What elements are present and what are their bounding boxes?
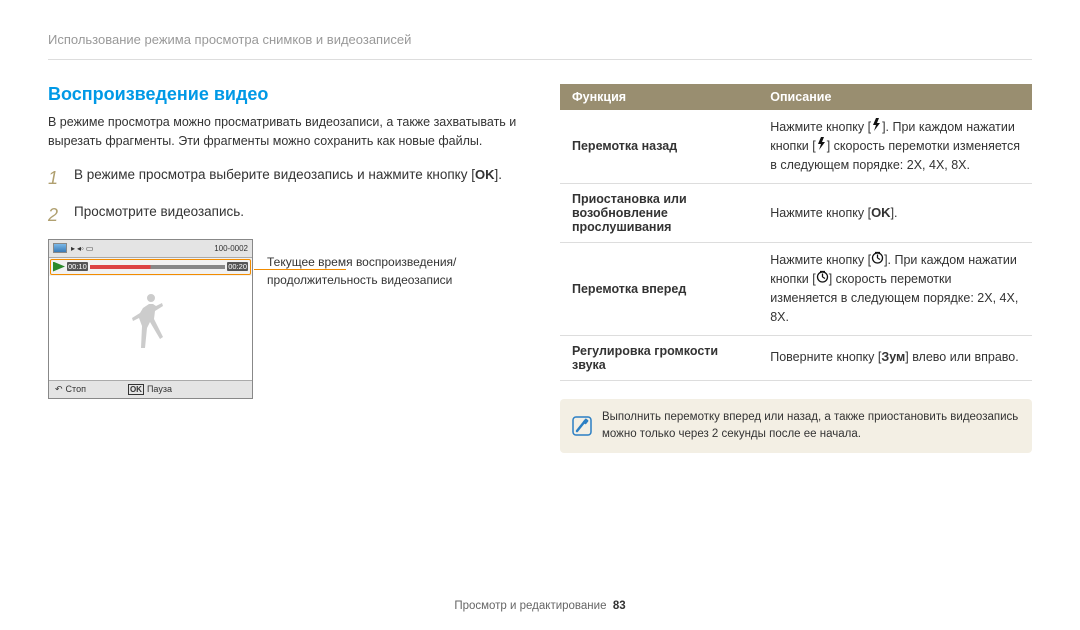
step-number: 2: [48, 202, 74, 229]
pause-label: Пауза: [147, 384, 172, 394]
th-function: Функция: [560, 84, 758, 110]
desc-rewind: Нажмите кнопку []. При каждом нажатии кн…: [758, 110, 1032, 183]
breadcrumb: Использование режима просмотра снимков и…: [48, 32, 1032, 47]
callout-text: Текущее время воспроизведения/продолжите…: [267, 239, 520, 399]
timer-icon: [871, 251, 884, 270]
pause-button: OK Пауза: [128, 384, 172, 395]
desc-part: Нажмите кнопку [: [770, 120, 871, 134]
desc-volume: Поверните кнопку [Зум] влево или вправо.: [758, 335, 1032, 380]
screenshot-bottom-bar: ↶ Стоп OK Пауза: [49, 380, 252, 398]
note-icon: [572, 416, 592, 436]
table-row: Приостановка или возобновление прослушив…: [560, 183, 1032, 242]
screenshot-top-bar: ▸ ◂◦ ▭ 100-0002: [49, 240, 252, 258]
divider: [48, 59, 1032, 60]
status-icons: ▸ ◂◦ ▭: [71, 244, 93, 253]
time-total: 00:20: [227, 262, 248, 271]
screenshot-section: ▸ ◂◦ ▭ 100-0002 00:10 00:20: [48, 239, 520, 399]
func-forward: Перемотка вперед: [560, 242, 758, 335]
screenshot-body: [49, 276, 252, 380]
functions-table: Функция Описание Перемотка назад Нажмите…: [560, 84, 1032, 381]
desc-forward: Нажмите кнопку []. При каждом нажатии кн…: [758, 242, 1032, 335]
func-volume: Регулировка громкости звука: [560, 335, 758, 380]
flash-icon: [871, 118, 882, 137]
counter: 100-0002: [214, 244, 248, 253]
progress-row: 00:10 00:20: [50, 259, 251, 275]
manual-page: Использование режима просмотра снимков и…: [0, 0, 1080, 630]
stop-button: ↶ Стоп: [55, 384, 86, 395]
card-icon: ▭: [86, 244, 94, 253]
page-number: 83: [613, 600, 626, 612]
section-title: Воспроизведение видео: [48, 84, 520, 105]
step-1: 1 В режиме просмотра выберите видеозапис…: [48, 165, 520, 192]
func-rewind: Перемотка назад: [560, 110, 758, 183]
page-footer: Просмотр и редактирование 83: [0, 600, 1080, 612]
table-row: Перемотка назад Нажмите кнопку []. При к…: [560, 110, 1032, 183]
callout-label: Текущее время воспроизведения/продолжите…: [267, 255, 456, 287]
time-current: 00:10: [67, 262, 88, 271]
desc-bold: Зум: [881, 350, 905, 364]
note-box: Выполнить перемотку вперед или назад, а …: [560, 399, 1032, 454]
intro-text: В режиме просмотра можно просматривать в…: [48, 113, 520, 151]
step-text: В режиме просмотра выберите видеозапись …: [74, 165, 520, 192]
desc-part: Нажмите кнопку [: [770, 206, 871, 220]
desc-part: Поверните кнопку [: [770, 350, 881, 364]
right-column: Функция Описание Перемотка назад Нажмите…: [560, 84, 1032, 453]
camera-screenshot: ▸ ◂◦ ▭ 100-0002 00:10 00:20: [48, 239, 253, 399]
step-text-part: В режиме просмотра выберите видеозапись …: [74, 167, 475, 182]
play-icon: [53, 262, 65, 272]
desc-part: ].: [891, 206, 898, 220]
desc-part: Нажмите кнопку [: [770, 253, 871, 267]
dancer-silhouette: [131, 288, 171, 368]
note-text: Выполнить перемотку вперед или назад, а …: [602, 409, 1020, 444]
callout-line: [254, 269, 346, 270]
back-icon: ↶: [55, 384, 63, 395]
ok-label: OK: [475, 167, 495, 182]
step-2: 2 Просмотрите видеозапись.: [48, 202, 520, 229]
left-column: Воспроизведение видео В режиме просмотра…: [48, 84, 520, 453]
footer-section: Просмотр и редактирование: [454, 600, 606, 612]
play-mode-icon: ▸: [71, 244, 75, 253]
desc-part: ] влево или вправо.: [905, 350, 1018, 364]
flash-icon: [816, 137, 827, 156]
step-text-part: ].: [494, 167, 502, 182]
th-description: Описание: [758, 84, 1032, 110]
thumbnail-icon: [53, 243, 67, 253]
step-number: 1: [48, 165, 74, 192]
content-columns: Воспроизведение видео В режиме просмотра…: [48, 84, 1032, 453]
ok-label: OK: [871, 205, 891, 220]
stop-label: Стоп: [66, 384, 86, 394]
progress-bar: [90, 265, 225, 269]
sound-icon: ◂◦: [77, 244, 84, 253]
timer-icon: [816, 270, 829, 289]
table-row: Регулировка громкости звука Поверните кн…: [560, 335, 1032, 380]
step-text: Просмотрите видеозапись.: [74, 202, 520, 229]
desc-pause: Нажмите кнопку [OK].: [758, 183, 1032, 242]
ok-icon: OK: [128, 384, 144, 395]
func-pause: Приостановка или возобновление прослушив…: [560, 183, 758, 242]
table-row: Перемотка вперед Нажмите кнопку []. При …: [560, 242, 1032, 335]
